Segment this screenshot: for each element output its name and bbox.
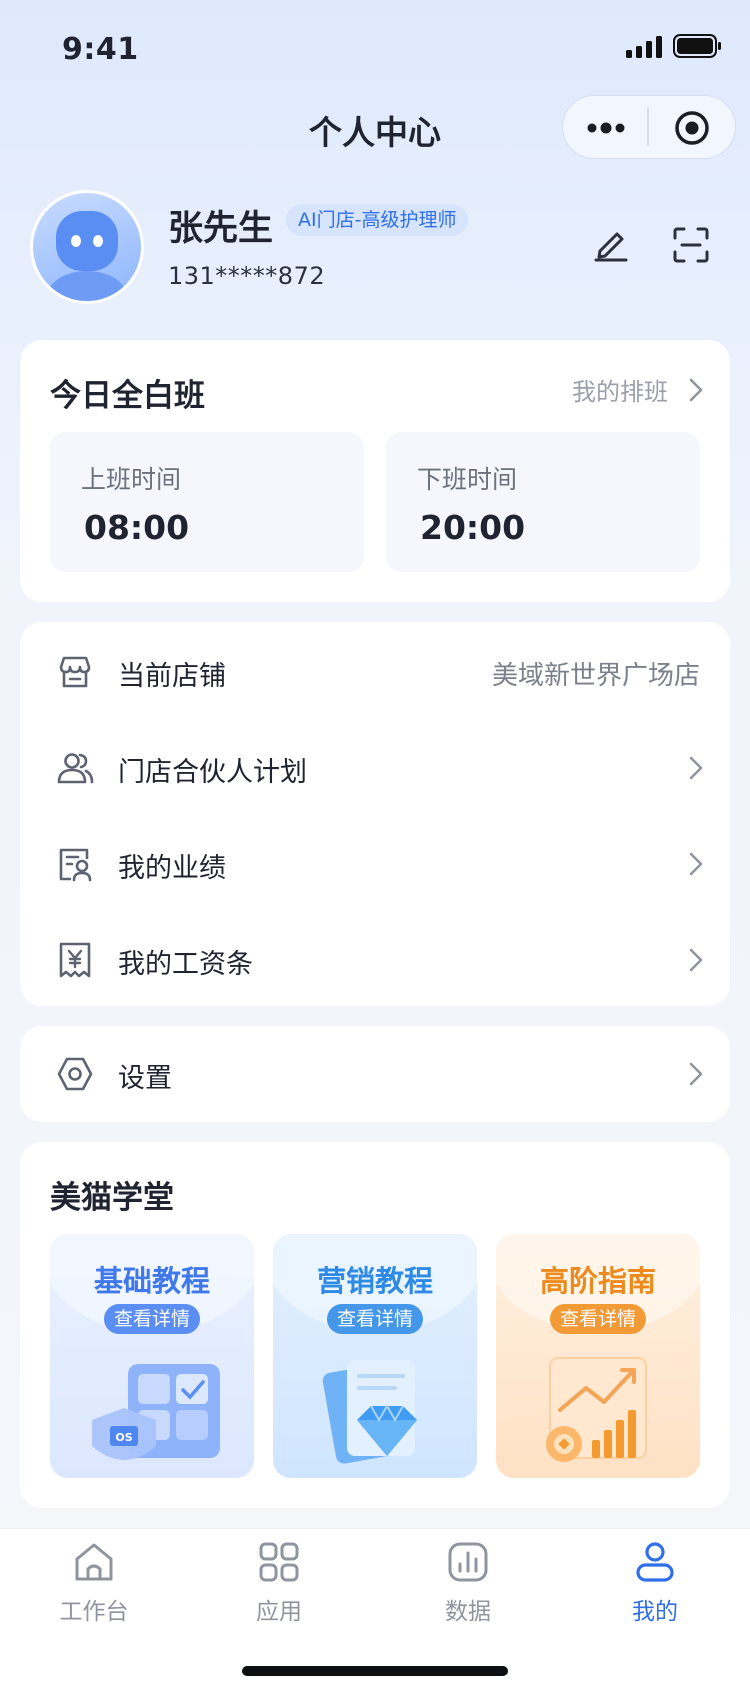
tab-apps[interactable]: 应用	[219, 1540, 339, 1630]
signal-icon	[626, 36, 662, 58]
academy-title: 美猫学堂	[50, 1180, 174, 1216]
payslip-label: 我的工资条	[118, 949, 253, 980]
current-store-value: 美域新世界广场店	[491, 661, 700, 691]
chevron-right-icon	[689, 1062, 703, 1086]
chevron-right-icon	[689, 756, 703, 780]
course-card-advanced[interactable]: 高阶指南 查看详情	[496, 1234, 700, 1478]
view-details-button[interactable]: 查看详情	[549, 1304, 647, 1334]
course-card-marketing[interactable]: 营销教程 查看详情	[273, 1234, 477, 1478]
view-details-button[interactable]: 查看详情	[103, 1304, 201, 1334]
course-title: 基础教程	[93, 1264, 210, 1298]
partners-icon	[57, 753, 94, 784]
robot-avatar-icon	[47, 211, 127, 301]
payslip-icon	[59, 942, 91, 978]
course-card-basic[interactable]: 基础教程 查看详情 OS	[50, 1234, 254, 1478]
tab-mine[interactable]: 我的	[595, 1540, 715, 1630]
end-time-box: 下班时间 20:00	[386, 432, 700, 572]
current-store-label: 当前店铺	[118, 661, 226, 692]
menu-item-payslip[interactable]: 我的工资条	[20, 912, 730, 1008]
tab-data[interactable]: 数据	[408, 1540, 528, 1630]
chevron-right-icon	[689, 378, 703, 402]
my-schedule-label: 我的排班	[572, 378, 668, 406]
end-time-label: 下班时间	[417, 465, 518, 494]
end-time-value: 20:00	[420, 508, 526, 547]
user-icon	[636, 1542, 674, 1582]
phone-number: 131*****872	[168, 262, 326, 290]
svg-text:OS: OS	[115, 1431, 132, 1444]
partner-plan-label: 门店合伙人计划	[118, 757, 307, 788]
start-time-box: 上班时间 08:00	[50, 432, 364, 572]
menu-item-performance[interactable]: 我的业绩	[20, 816, 730, 912]
menu-item-settings[interactable]: 设置	[20, 1026, 730, 1122]
menu-item-partner-plan[interactable]: 门店合伙人计划	[20, 720, 730, 816]
my-schedule-link[interactable]: 我的排班	[572, 372, 704, 406]
tab-label: 我的	[632, 1599, 678, 1625]
course-title: 营销教程	[316, 1264, 433, 1298]
view-details-button[interactable]: 查看详情	[326, 1304, 424, 1334]
status-time: 9:41	[62, 32, 139, 67]
home-icon	[75, 1543, 113, 1581]
tab-label: 应用	[256, 1599, 302, 1625]
tab-workbench[interactable]: 工作台	[34, 1540, 154, 1630]
edit-icon[interactable]	[592, 224, 630, 262]
avatar[interactable]	[30, 190, 144, 304]
system-apps-icon: OS	[92, 1364, 220, 1460]
performance-label: 我的业绩	[118, 853, 226, 884]
bar-chart-icon	[448, 1542, 488, 1582]
role-badge: AI门店-高级护理师	[286, 204, 469, 236]
chevron-right-icon	[689, 852, 703, 876]
battery-icon	[673, 34, 721, 58]
diamond-docs-icon	[322, 1360, 417, 1464]
growth-chart-icon	[546, 1357, 647, 1462]
tab-label: 工作台	[59, 1599, 129, 1625]
settings-label: 设置	[118, 1063, 172, 1094]
shift-title: 今日全白班	[50, 378, 205, 414]
start-time-label: 上班时间	[81, 465, 182, 494]
store-icon	[59, 656, 91, 688]
performance-icon	[59, 848, 92, 882]
ellipsis-icon[interactable]	[586, 118, 626, 138]
chevron-right-icon	[689, 948, 703, 972]
target-icon[interactable]	[674, 110, 710, 146]
settings-icon	[57, 1057, 93, 1091]
tab-label: 数据	[445, 1599, 491, 1625]
user-name: 张先生	[168, 209, 274, 249]
scan-icon[interactable]	[672, 226, 710, 264]
start-time-value: 08:00	[84, 508, 190, 547]
capsule-divider	[647, 108, 649, 146]
course-title: 高阶指南	[539, 1264, 656, 1298]
apps-grid-icon	[259, 1542, 299, 1582]
home-indicator	[242, 1666, 508, 1676]
menu-item-current-store[interactable]: 当前店铺 美域新世界广场店	[20, 624, 730, 720]
